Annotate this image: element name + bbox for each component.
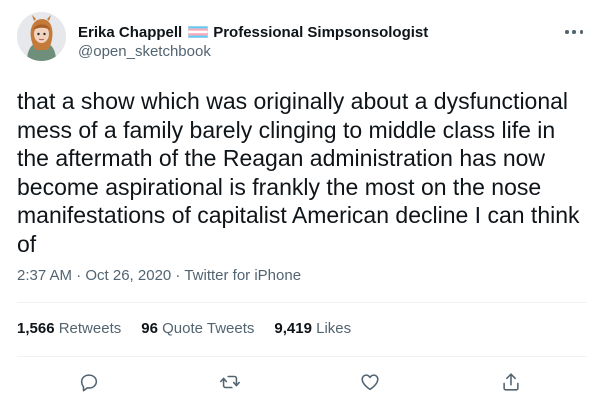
divider: [17, 302, 587, 303]
retweets-label: Retweets: [58, 320, 122, 337]
likes-stat[interactable]: 9,419 Likes: [274, 320, 351, 337]
tweet-timestamp-source[interactable]: 2:37 AM · Oct 26, 2020 · Twitter for iPh…: [17, 267, 301, 284]
share-icon[interactable]: [497, 368, 525, 396]
quote-tweets-stat[interactable]: 96 Quote Tweets: [141, 320, 254, 337]
action-bar: [0, 368, 597, 396]
author-handle[interactable]: @open_sketchbook: [78, 43, 211, 60]
like-icon[interactable]: [356, 368, 384, 396]
quote-tweets-label: Quote Tweets: [162, 320, 255, 337]
more-options-icon[interactable]: [565, 28, 583, 36]
likes-label: Likes: [316, 320, 352, 337]
display-name-suffix[interactable]: Professional Simpsonsologist: [213, 24, 428, 41]
engagement-stats: 1,566 Retweets 96 Quote Tweets 9,419 Lik…: [17, 320, 351, 337]
tweet-text: that a show which was originally about a…: [17, 88, 580, 257]
retweets-stat[interactable]: 1,566 Retweets: [17, 320, 121, 337]
author-name-row[interactable]: Erika Chappell Professional Simpsonsolog…: [78, 23, 428, 41]
avatar-illustration: [17, 12, 66, 61]
quote-tweets-count: 96: [141, 320, 158, 337]
retweets-count: 1,566: [17, 320, 55, 337]
tweet: Erika Chappell Professional Simpsonsolog…: [0, 0, 597, 405]
reply-icon[interactable]: [75, 368, 103, 396]
avatar[interactable]: [17, 12, 66, 61]
divider: [17, 356, 587, 357]
transgender-flag-icon: [188, 26, 209, 38]
retweet-icon[interactable]: [216, 368, 244, 396]
display-name[interactable]: Erika Chappell: [78, 24, 182, 41]
likes-count: 9,419: [274, 320, 312, 337]
